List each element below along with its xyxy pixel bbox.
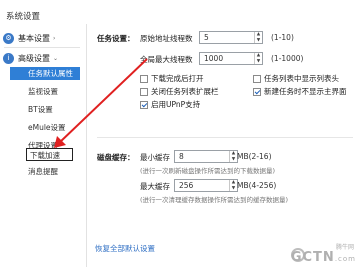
annotation-arrow-line	[58, 58, 148, 144]
annotation-arrow	[54, 58, 148, 148]
watermark-dotcom: .com	[334, 255, 356, 263]
watermark-sub: 腾牛网	[335, 244, 354, 251]
watermark: 腾牛网 GCTN.com	[290, 244, 356, 265]
watermark-main: GCTN	[290, 250, 335, 265]
